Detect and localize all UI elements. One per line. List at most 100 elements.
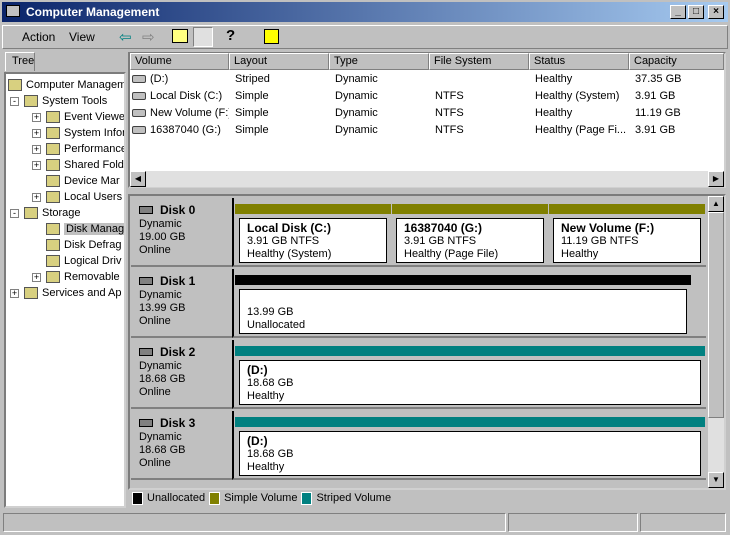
minimize-button[interactable]: _: [670, 5, 686, 19]
volume-icon: [132, 92, 146, 100]
tree-item[interactable]: + System Infor: [32, 125, 124, 141]
scroll-down-icon[interactable]: ▼: [708, 472, 724, 488]
legend-item: Simple Volume: [205, 491, 297, 505]
menu-view[interactable]: View: [69, 30, 95, 44]
disk-name: Disk 0: [160, 203, 196, 217]
forward-icon[interactable]: ⇨: [142, 28, 155, 46]
tree-item[interactable]: Logical Driv: [32, 253, 121, 269]
striped-bar: [235, 346, 705, 356]
help-icon[interactable]: ?: [226, 27, 235, 44]
partition-title: (D:): [247, 434, 268, 448]
table-cell: NTFS: [435, 107, 464, 119]
table-row[interactable]: New Volume (F:) Simple Dynamic NTFS Healthy 1…: [130, 105, 724, 122]
expand-icon[interactable]: +: [32, 193, 41, 202]
tree-item[interactable]: Device Mar: [32, 173, 120, 189]
back-icon[interactable]: ⇦: [119, 28, 132, 46]
table-cell: Dynamic: [335, 73, 378, 85]
scroll-up-icon[interactable]: ▲: [708, 196, 724, 212]
disk-label[interactable]: Disk 3 Dynamic 18.68 GB Online: [131, 411, 232, 480]
partition[interactable]: New Volume (F:) 11.19 GB NTFS Healthy: [552, 217, 702, 264]
disk-icon: [139, 419, 153, 427]
close-button[interactable]: ×: [708, 5, 724, 19]
menu-action[interactable]: Action: [22, 30, 55, 44]
disk-status: Online: [139, 386, 171, 398]
tree-item[interactable]: + Event Viewe: [32, 109, 124, 125]
table-row[interactable]: Local Disk (C:) Simple Dynamic NTFS Healthy …: [130, 88, 724, 105]
show-tree-icon[interactable]: [193, 27, 213, 47]
disk-label[interactable]: Disk 2 Dynamic 18.68 GB Online: [131, 340, 232, 409]
tree-item[interactable]: + Shared Fold: [32, 157, 124, 173]
unallocated-bar: [235, 275, 691, 285]
disk-label[interactable]: Disk 0 Dynamic 19.00 GB Online: [131, 198, 232, 267]
expand-icon[interactable]: +: [32, 145, 41, 154]
collapse-icon[interactable]: -: [10, 209, 19, 218]
partition-status: Healthy: [561, 248, 599, 260]
disk-type: Dynamic: [139, 218, 182, 230]
disk-label[interactable]: Disk 1 Dynamic 13.99 GB Online: [131, 269, 232, 338]
window-title: Computer Management: [26, 5, 160, 19]
tree-item[interactable]: + Local Users: [32, 189, 122, 205]
maximize-button[interactable]: □: [688, 5, 704, 19]
column-header[interactable]: Type: [329, 53, 429, 70]
tree-item-label: Disk Manag: [64, 223, 125, 235]
table-cell: 3.91 GB: [635, 124, 676, 136]
tree-item[interactable]: - Storage: [10, 205, 81, 221]
expand-icon[interactable]: +: [32, 273, 41, 282]
status-pane-2: [508, 513, 638, 532]
expand-icon[interactable]: +: [32, 129, 41, 138]
scroll-right-icon[interactable]: ▶: [708, 171, 724, 187]
up-folder-icon[interactable]: [172, 29, 188, 43]
table-row[interactable]: 16387040 (G:) Simple Dynamic NTFS Healthy (P…: [130, 122, 724, 139]
disk-size: 18.68 GB: [139, 444, 186, 456]
vertical-scrollbar[interactable]: ▲ ▼: [708, 196, 724, 488]
table-row[interactable]: (D:) Striped Dynamic Healthy 37.35 GB: [130, 71, 724, 88]
table-cell: Striped: [235, 73, 270, 85]
tree-item[interactable]: + Performance: [32, 141, 124, 157]
partition[interactable]: 16387040 (G:) 3.91 GB NTFS Healthy (Page F…: [395, 217, 545, 264]
legend-item: Striped Volume: [297, 491, 391, 505]
tree-item[interactable]: Disk Manag: [32, 221, 125, 237]
table-cell: Local Disk (C:): [150, 90, 223, 102]
disk-size: 18.68 GB: [139, 373, 186, 385]
tree-item-label: Computer Managem: [26, 79, 126, 91]
legend-item: Unallocated: [130, 491, 205, 505]
table-cell: 16387040 (G:): [150, 124, 221, 136]
partition[interactable]: (D:) 18.68 GB Healthy: [238, 359, 702, 406]
status-pane-3: [640, 513, 726, 532]
tree-item[interactable]: Disk Defrag: [32, 237, 121, 253]
title-bar: Computer Management: [2, 2, 728, 22]
toolbar: [2, 25, 728, 49]
table-cell: Healthy: [535, 107, 573, 119]
table-cell: Healthy (Page Fi...: [535, 124, 627, 136]
node-icon: [46, 255, 60, 268]
horizontal-scrollbar[interactable]: ◀ ▶: [130, 171, 724, 187]
column-header[interactable]: Volume: [130, 53, 229, 70]
scroll-left-icon[interactable]: ◀: [130, 171, 146, 187]
partition[interactable]: Local Disk (C:) 3.91 GB NTFS Healthy (Syst…: [238, 217, 388, 264]
partition-status: Healthy: [247, 461, 285, 473]
properties-icon[interactable]: [264, 29, 279, 44]
column-header[interactable]: Capacity: [629, 53, 724, 70]
tree-item[interactable]: - System Tools: [10, 93, 107, 109]
partition[interactable]: (D:) 18.68 GB Healthy: [238, 430, 702, 477]
partition-size: 13.99 GB: [247, 306, 294, 318]
table-cell: NTFS: [435, 90, 464, 102]
scroll-thumb[interactable]: [708, 212, 724, 418]
tree-item[interactable]: + Services and Ap: [10, 285, 122, 301]
node-icon: [24, 207, 38, 220]
collapse-icon[interactable]: -: [10, 97, 19, 106]
expand-icon[interactable]: +: [32, 161, 41, 170]
tree-item[interactable]: + Removable: [32, 269, 120, 285]
table-cell: NTFS: [435, 124, 464, 136]
column-header[interactable]: Status: [529, 53, 629, 70]
tab-tree[interactable]: Tree: [5, 52, 35, 71]
partition[interactable]: 13.99 GB Unallocated: [238, 288, 688, 335]
expand-icon[interactable]: +: [32, 113, 41, 122]
volume-icon: [132, 126, 146, 134]
node-icon: [46, 223, 60, 236]
column-header[interactable]: File System: [429, 53, 529, 70]
column-header[interactable]: Layout: [229, 53, 329, 70]
tree-item[interactable]: Computer Managem: [8, 77, 126, 93]
expand-icon[interactable]: +: [10, 289, 19, 298]
node-icon: [8, 79, 22, 92]
